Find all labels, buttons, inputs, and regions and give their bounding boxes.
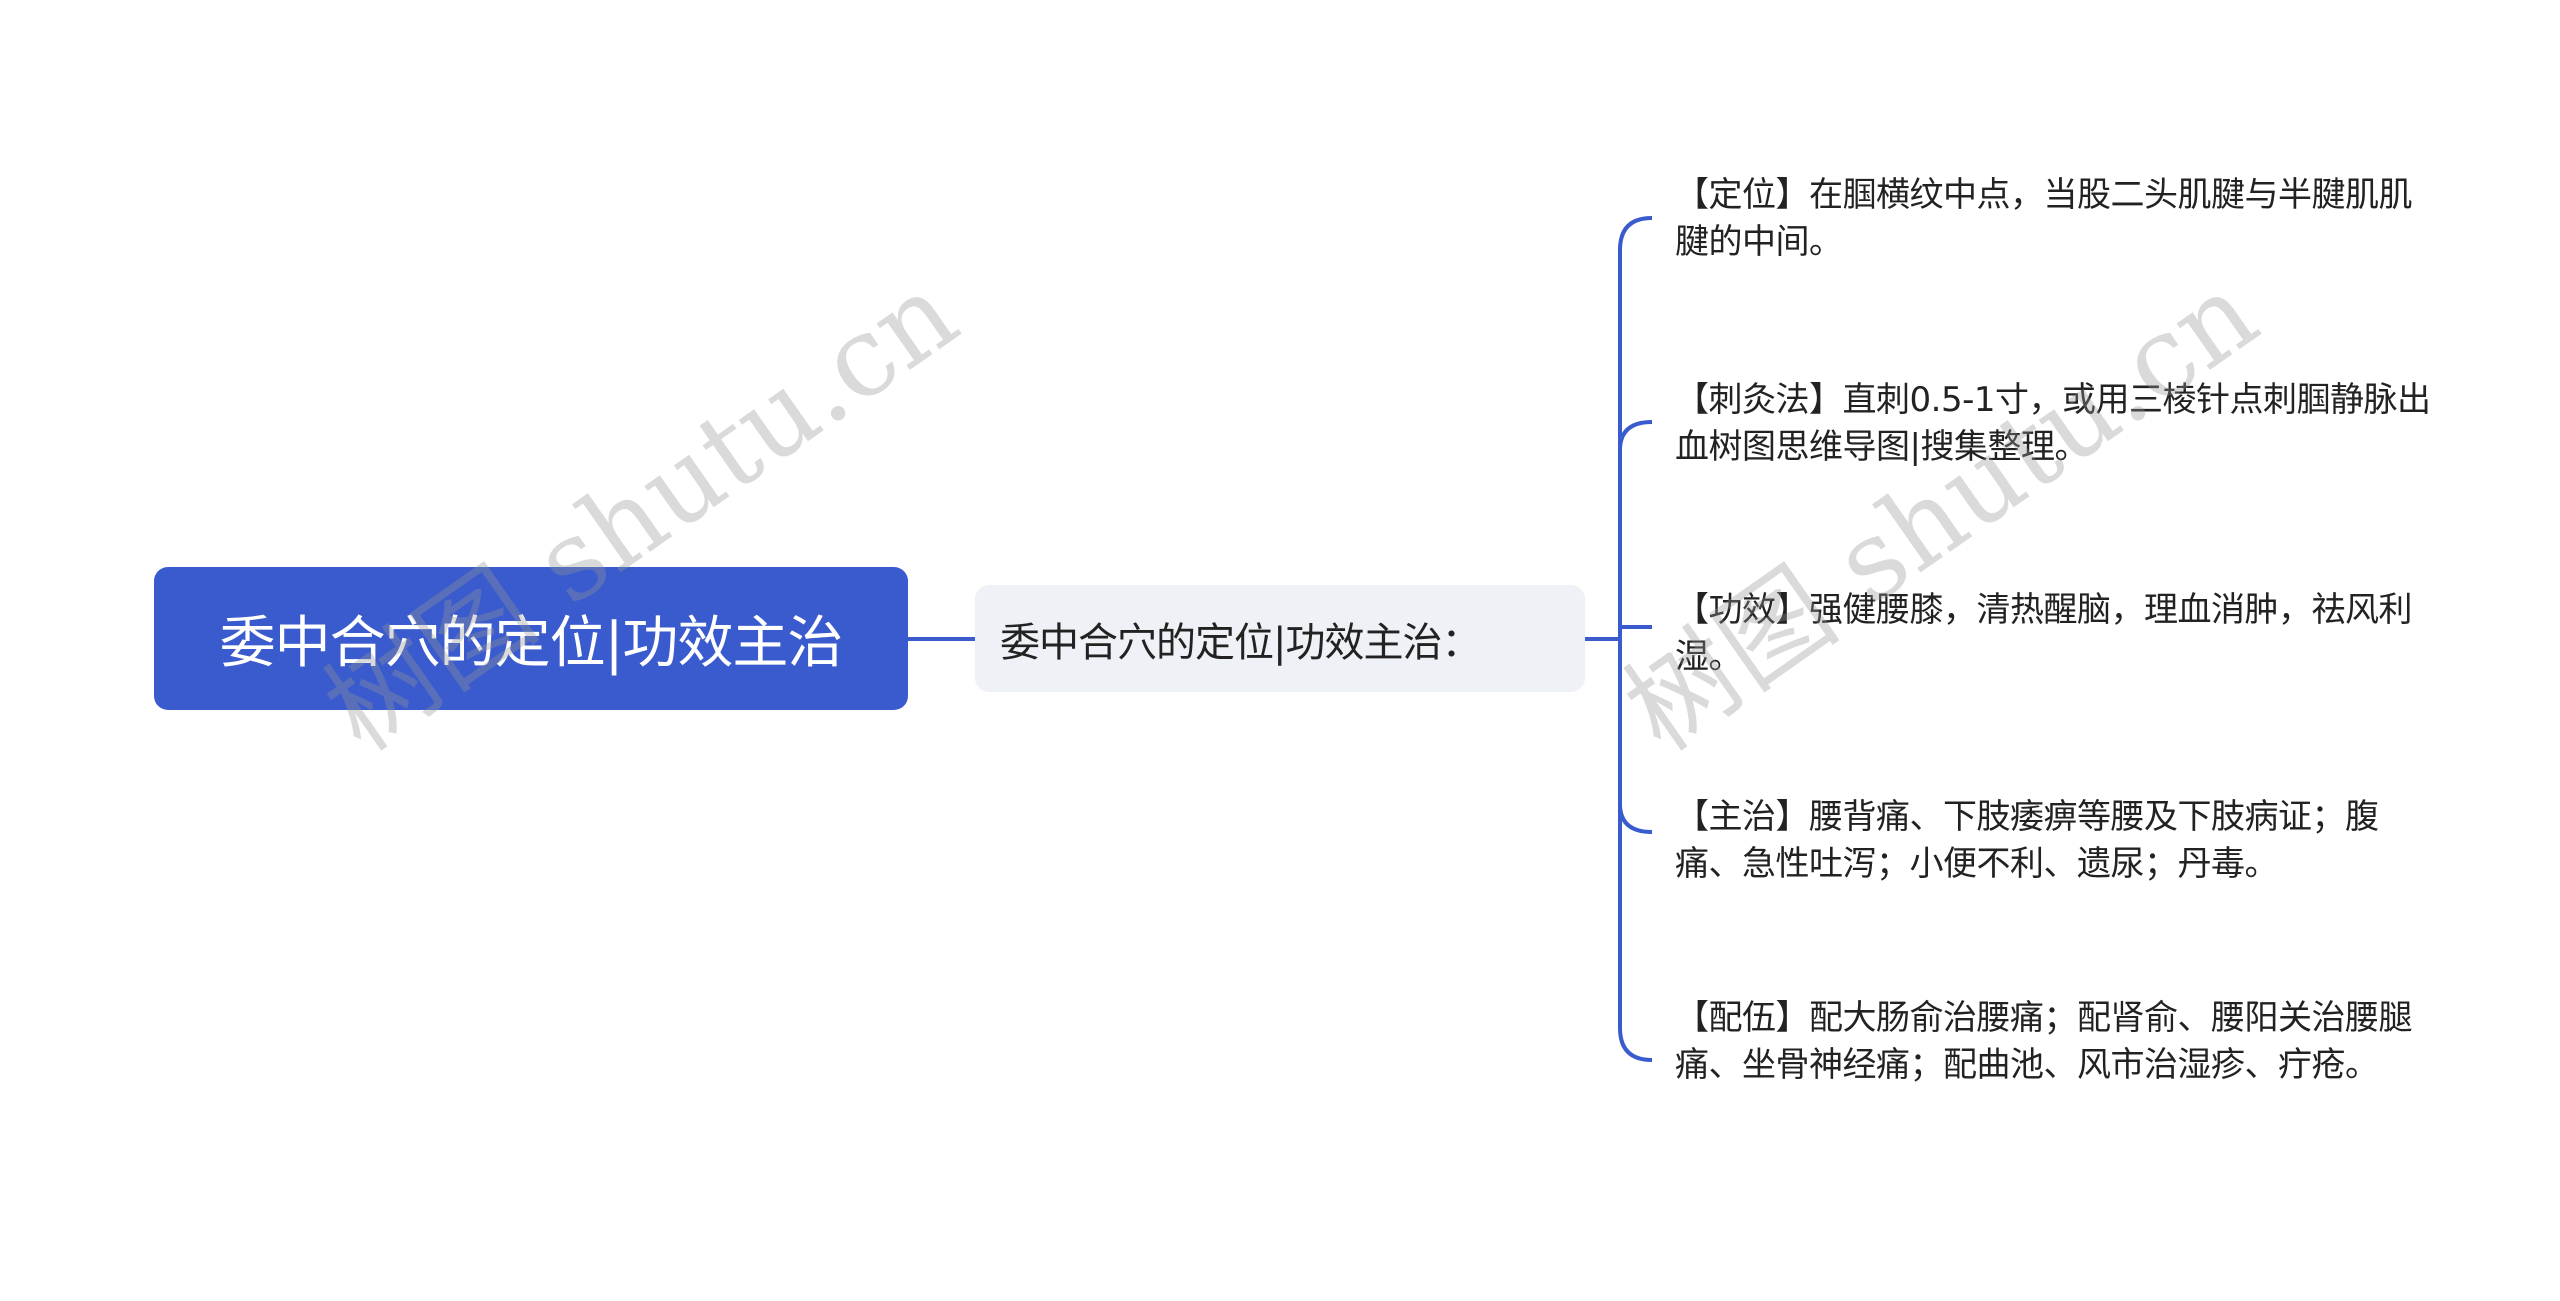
leaf-label: 【刺灸法】直刺0.5-1寸，或用三棱针点刺腘静脉出血树图思维导图|搜集整理。 bbox=[1675, 380, 2431, 467]
branch-connector-4 bbox=[1618, 803, 1653, 834]
leaf-label: 【主治】腰背痛、下肢痿痹等腰及下肢病证；腹痛、急性吐泻；小便不利、遗尿；丹毒。 bbox=[1675, 797, 2379, 884]
root-node[interactable]: 委中合穴的定位|功效主治 bbox=[154, 567, 908, 710]
leaf-node-combinations[interactable]: 【配伍】配大肠俞治腰痛；配肾俞、腰阳关治腰腿痛、坐骨神经痛；配曲池、风市治湿疹、… bbox=[1675, 995, 2435, 1089]
branch-connector-2 bbox=[1618, 420, 1653, 451]
bracket-trunk bbox=[1618, 216, 1653, 1062]
root-node-label: 委中合穴的定位|功效主治 bbox=[219, 611, 844, 676]
leaf-label: 【配伍】配大肠俞治腰痛；配肾俞、腰阳关治腰腿痛、坐骨神经痛；配曲池、风市治湿疹、… bbox=[1675, 998, 2413, 1085]
topic-node[interactable]: 委中合穴的定位|功效主治： bbox=[975, 585, 1585, 692]
topic-node-label: 委中合穴的定位|功效主治： bbox=[1000, 619, 1481, 666]
leaf-node-indications[interactable]: 【主治】腰背痛、下肢痿痹等腰及下肢病证；腹痛、急性吐泻；小便不利、遗尿；丹毒。 bbox=[1675, 794, 2435, 888]
leaf-node-efficacy[interactable]: 【功效】强健腰膝，清热醒脑，理血消肿，祛风利湿。 bbox=[1675, 587, 2435, 681]
leaf-node-location[interactable]: 【定位】在腘横纹中点，当股二头肌腱与半腱肌肌腱的中间。 bbox=[1675, 172, 2435, 266]
leaf-label: 【功效】强健腰膝，清热醒脑，理血消肿，祛风利湿。 bbox=[1675, 590, 2413, 677]
leaf-label: 【定位】在腘横纹中点，当股二头肌腱与半腱肌肌腱的中间。 bbox=[1675, 175, 2413, 262]
mindmap-canvas: 委中合穴的定位|功效主治 委中合穴的定位|功效主治： 【定位】在腘横纹中点，当股… bbox=[0, 0, 2560, 1301]
leaf-node-acupuncture-method[interactable]: 【刺灸法】直刺0.5-1寸，或用三棱针点刺腘静脉出血树图思维导图|搜集整理。 bbox=[1675, 377, 2435, 471]
